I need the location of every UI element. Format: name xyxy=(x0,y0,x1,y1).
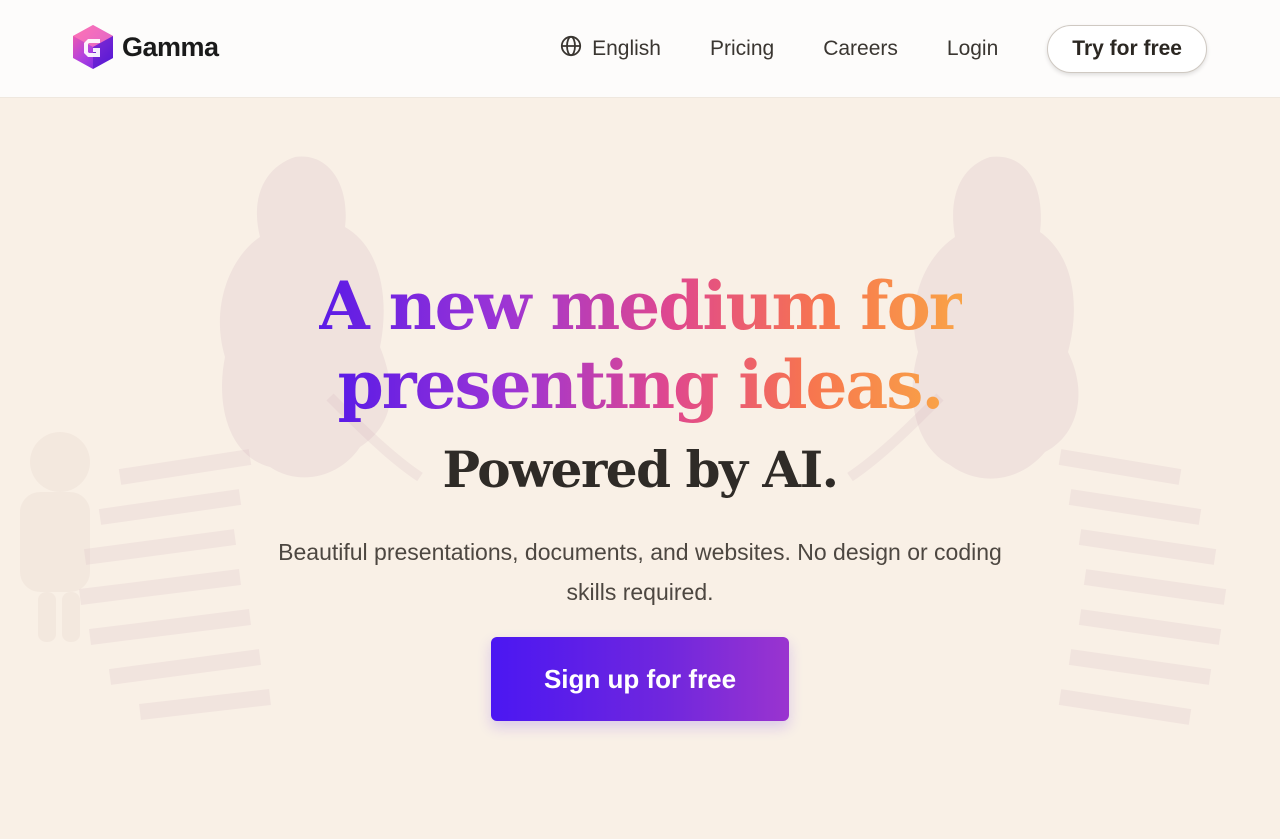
gamma-logo-icon xyxy=(72,24,114,70)
globe-icon xyxy=(560,35,582,63)
hero-description: Beautiful presentations, documents, and … xyxy=(278,539,1002,605)
sign-up-button[interactable]: Sign up for free xyxy=(491,637,789,721)
top-navigation-bar: Gamma English Pricing Careers Login Try … xyxy=(0,0,1280,98)
landing-page: Gamma English Pricing Careers Login Try … xyxy=(0,0,1280,839)
nav-link-careers[interactable]: Careers xyxy=(823,37,898,61)
headline-line-1: A new medium for xyxy=(318,267,964,345)
logo-text: Gamma xyxy=(122,31,219,62)
nav-link-pricing[interactable]: Pricing xyxy=(710,37,774,61)
headline-line-2: presenting ideas. xyxy=(337,346,945,424)
nav-link-login[interactable]: Login xyxy=(947,37,998,61)
language-selector[interactable]: English xyxy=(560,35,661,63)
language-label: English xyxy=(592,37,661,60)
hero-section: A new medium for presenting ideas. Power… xyxy=(0,97,1280,839)
hero-subheadline: Powered by AI. xyxy=(442,440,840,499)
logo-link[interactable]: Gamma xyxy=(72,24,219,70)
main-nav: English Pricing Careers Login Try for fr… xyxy=(560,24,1207,74)
hero-headline: A new medium for presenting ideas. xyxy=(0,267,1280,425)
try-for-free-button[interactable]: Try for free xyxy=(1047,25,1207,73)
